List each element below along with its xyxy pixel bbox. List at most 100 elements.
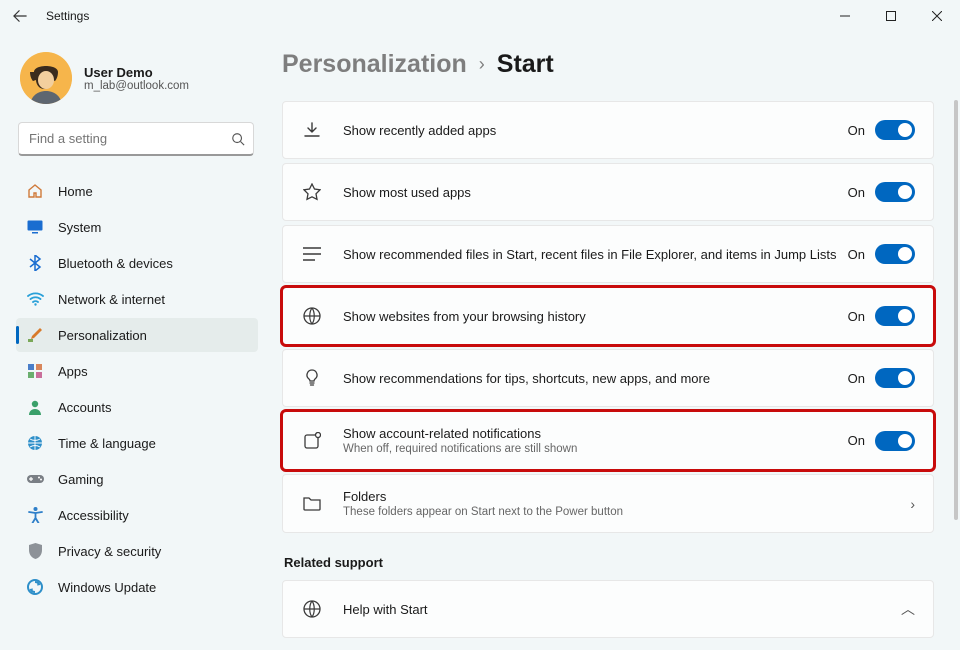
paintbrush-icon: [26, 326, 44, 344]
arrow-left-icon: [13, 9, 27, 23]
person-icon: [26, 398, 44, 416]
breadcrumb: Personalization › Start: [282, 50, 934, 79]
search-input[interactable]: [29, 131, 231, 146]
globe-icon: [301, 305, 323, 327]
help-globe-icon: [301, 598, 323, 620]
nav-gaming[interactable]: Gaming: [16, 462, 258, 496]
toggle-switch[interactable]: [875, 368, 915, 388]
nav-label: Privacy & security: [58, 544, 161, 559]
star-icon: [301, 181, 323, 203]
setting-label: Show recommendations for tips, shortcuts…: [343, 371, 848, 386]
breadcrumb-parent[interactable]: Personalization: [282, 50, 467, 79]
nav-windows-update[interactable]: Windows Update: [16, 570, 258, 604]
list-icon: [301, 243, 323, 265]
search-icon: [231, 132, 245, 146]
nav-network[interactable]: Network & internet: [16, 282, 258, 316]
toggle-state: On: [848, 185, 865, 200]
setting-label: Show most used apps: [343, 185, 848, 200]
apps-icon: [26, 362, 44, 380]
related-support-title: Related support: [284, 555, 934, 570]
nav-apps[interactable]: Apps: [16, 354, 258, 388]
setting-browsing-history[interactable]: Show websites from your browsing history…: [282, 287, 934, 345]
toggle-switch[interactable]: [875, 244, 915, 264]
toggle-state: On: [848, 433, 865, 448]
nav-label: Accessibility: [58, 508, 129, 523]
nav-time-language[interactable]: Time & language: [16, 426, 258, 460]
setting-most-used[interactable]: Show most used apps On: [282, 163, 934, 221]
avatar-icon: [20, 52, 72, 104]
setting-label: Show recently added apps: [343, 123, 848, 138]
toggle-state: On: [848, 309, 865, 324]
notification-icon: [301, 430, 323, 452]
toggle-state: On: [848, 247, 865, 262]
sidebar: User Demo m_lab@outlook.com Home System …: [0, 32, 268, 650]
toggle-switch[interactable]: [875, 120, 915, 140]
toggle-state: On: [848, 371, 865, 386]
minimize-button[interactable]: [822, 0, 868, 32]
setting-recommendations[interactable]: Show recommendations for tips, shortcuts…: [282, 349, 934, 407]
system-icon: [26, 218, 44, 236]
folder-icon: [301, 493, 323, 515]
search-box[interactable]: [18, 122, 254, 156]
user-email: m_lab@outlook.com: [84, 80, 189, 92]
update-icon: [26, 578, 44, 596]
setting-label: Show websites from your browsing history: [343, 309, 848, 324]
chevron-right-icon: ›: [910, 496, 915, 512]
nav-label: Gaming: [58, 472, 104, 487]
setting-sublabel: These folders appear on Start next to th…: [343, 506, 910, 518]
setting-recommended-files[interactable]: Show recommended files in Start, recent …: [282, 225, 934, 283]
nav-home[interactable]: Home: [16, 174, 258, 208]
wifi-icon: [26, 290, 44, 308]
back-button[interactable]: [8, 4, 32, 28]
setting-label: Show account-related notifications: [343, 426, 848, 441]
nav-label: Apps: [58, 364, 88, 379]
nav-label: System: [58, 220, 101, 235]
nav: Home System Bluetooth & devices Network …: [16, 174, 258, 604]
window-title: Settings: [46, 9, 89, 23]
nav-label: Time & language: [58, 436, 156, 451]
bluetooth-icon: [26, 254, 44, 272]
nav-accounts[interactable]: Accounts: [16, 390, 258, 424]
nav-label: Accounts: [58, 400, 111, 415]
nav-bluetooth[interactable]: Bluetooth & devices: [16, 246, 258, 280]
maximize-button[interactable]: [868, 0, 914, 32]
chevron-up-icon: ︿: [901, 599, 915, 619]
home-icon: [26, 182, 44, 200]
main-content: Personalization › Start Show recently ad…: [268, 32, 960, 650]
gamepad-icon: [26, 470, 44, 488]
lightbulb-icon: [301, 367, 323, 389]
nav-system[interactable]: System: [16, 210, 258, 244]
toggle-switch[interactable]: [875, 431, 915, 451]
nav-label: Home: [58, 184, 93, 199]
accessibility-icon: [26, 506, 44, 524]
titlebar: Settings: [0, 0, 960, 32]
user-profile[interactable]: User Demo m_lab@outlook.com: [16, 46, 258, 122]
toggle-switch[interactable]: [875, 182, 915, 202]
globe-clock-icon: [26, 434, 44, 452]
setting-label: Folders: [343, 489, 910, 504]
nav-accessibility[interactable]: Accessibility: [16, 498, 258, 532]
nav-label: Windows Update: [58, 580, 156, 595]
nav-label: Personalization: [58, 328, 147, 343]
setting-label: Show recommended files in Start, recent …: [343, 247, 848, 262]
setting-sublabel: When off, required notifications are sti…: [343, 443, 848, 455]
close-icon: [932, 11, 942, 21]
chevron-right-icon: ›: [479, 54, 485, 75]
minimize-icon: [840, 11, 850, 21]
help-with-start[interactable]: Help with Start ︿: [282, 580, 934, 638]
nav-personalization[interactable]: Personalization: [16, 318, 258, 352]
setting-recently-added[interactable]: Show recently added apps On: [282, 101, 934, 159]
setting-account-notifications[interactable]: Show account-related notifications When …: [282, 411, 934, 470]
help-label: Help with Start: [343, 602, 901, 617]
maximize-icon: [886, 11, 896, 21]
nav-label: Bluetooth & devices: [58, 256, 173, 271]
user-name: User Demo: [84, 65, 189, 80]
nav-privacy[interactable]: Privacy & security: [16, 534, 258, 568]
toggle-switch[interactable]: [875, 306, 915, 326]
avatar: [20, 52, 72, 104]
breadcrumb-current: Start: [497, 50, 554, 79]
close-button[interactable]: [914, 0, 960, 32]
toggle-state: On: [848, 123, 865, 138]
setting-folders[interactable]: Folders These folders appear on Start ne…: [282, 474, 934, 533]
scrollbar[interactable]: [954, 100, 958, 520]
